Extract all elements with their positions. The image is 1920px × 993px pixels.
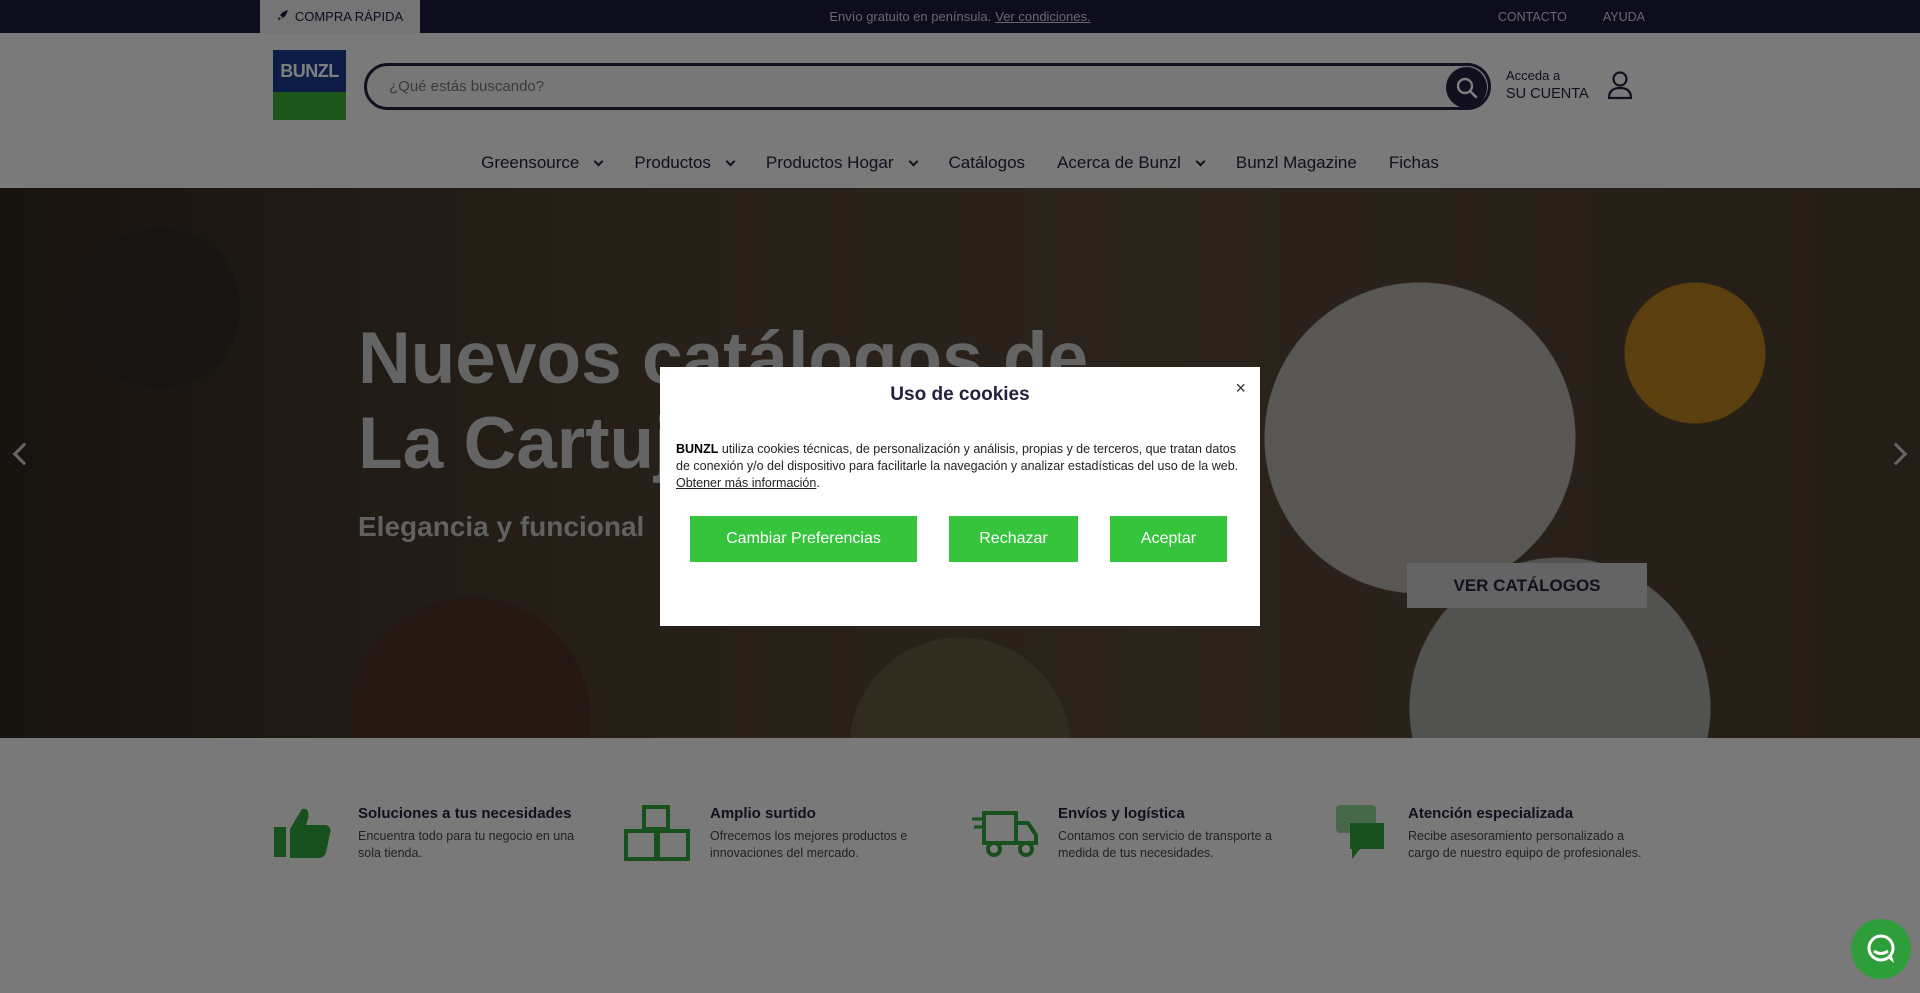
more-info-link[interactable]: Obtener más información bbox=[676, 476, 816, 490]
cookie-dialog-title: Uso de cookies bbox=[890, 384, 1030, 405]
change-preferences-button[interactable]: Cambiar Preferencias bbox=[690, 516, 917, 562]
chat-widget-button[interactable] bbox=[1851, 919, 1911, 979]
chat-bubble-icon bbox=[1867, 934, 1895, 963]
close-icon[interactable]: × bbox=[1235, 378, 1246, 399]
accept-button[interactable]: Aceptar bbox=[1110, 516, 1227, 562]
reject-button[interactable]: Rechazar bbox=[949, 516, 1078, 562]
cookie-dialog-text: BUNZL utiliza cookies técnicas, de perso… bbox=[676, 442, 1239, 490]
cookie-dialog: Uso de cookies × BUNZL utiliza cookies t… bbox=[660, 367, 1260, 626]
